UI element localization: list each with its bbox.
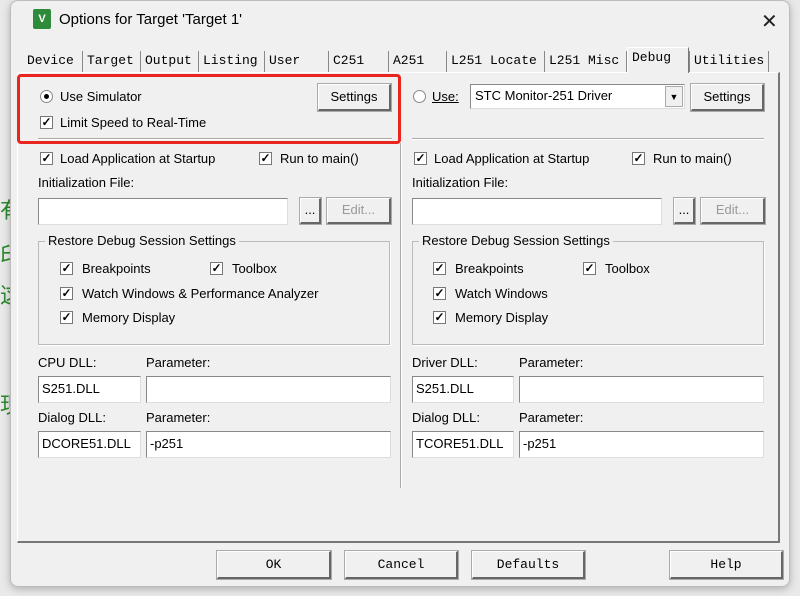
load-app-label: Load Application at Startup: [60, 151, 216, 166]
breakpoints-checkbox[interactable]: ✓: [60, 262, 73, 275]
tab-debug[interactable]: Debug: [627, 47, 689, 73]
init-file-input[interactable]: [38, 198, 288, 225]
load-app-checkbox[interactable]: ✓: [40, 152, 53, 165]
right-init-file-label: Initialization File:: [412, 175, 509, 190]
right-dialog-parameter-label: Parameter:: [519, 410, 584, 425]
tab-listing[interactable]: Listing: [199, 51, 265, 72]
tab-c251[interactable]: C251: [329, 51, 389, 72]
init-file-edit-button[interactable]: Edit...: [326, 197, 392, 225]
run-to-main-checkbox[interactable]: ✓: [259, 152, 272, 165]
right-breakpoints-checkbox[interactable]: ✓: [433, 262, 446, 275]
toolbox-label: Toolbox: [232, 261, 277, 276]
memory-display-checkbox[interactable]: ✓: [60, 311, 73, 324]
right-memory-display-checkbox[interactable]: ✓: [433, 311, 446, 324]
cpu-dll-input[interactable]: S251.DLL: [38, 376, 141, 403]
driver-select-value: STC Monitor-251 Driver: [475, 88, 613, 103]
right-restore-session-title: Restore Debug Session Settings: [419, 233, 613, 248]
right-init-file-edit-button[interactable]: Edit...: [700, 197, 766, 225]
right-run-to-main-checkbox[interactable]: ✓: [632, 152, 645, 165]
right-init-file-browse-button[interactable]: ...: [673, 197, 696, 225]
driver-dll-label: Driver DLL:: [412, 355, 478, 370]
right-dialog-parameter-input[interactable]: -p251: [519, 431, 764, 458]
right-toolbox-checkbox[interactable]: ✓: [583, 262, 596, 275]
tab-output[interactable]: Output: [141, 51, 199, 72]
watch-windows-checkbox[interactable]: ✓: [60, 287, 73, 300]
cancel-button[interactable]: Cancel: [344, 550, 459, 580]
window-title: Options for Target 'Target 1': [59, 11, 243, 28]
tab-utilities[interactable]: Utilities: [689, 51, 769, 72]
options-dialog: V Options for Target 'Target 1' ✕ Device…: [10, 0, 790, 587]
dialog-parameter-input[interactable]: -p251: [146, 431, 391, 458]
use-driver-radio[interactable]: [413, 90, 426, 103]
restore-session-title: Restore Debug Session Settings: [45, 233, 239, 248]
tab-a251[interactable]: A251: [389, 51, 447, 72]
init-file-browse-button[interactable]: ...: [299, 197, 322, 225]
close-icon[interactable]: ✕: [761, 9, 778, 34]
use-driver-label: Use:: [432, 89, 459, 104]
keil-app-icon: V: [33, 9, 51, 29]
driver-settings-button[interactable]: Settings: [690, 83, 765, 112]
driver-parameter-input[interactable]: [519, 376, 764, 403]
breakpoints-label: Breakpoints: [82, 261, 151, 276]
toolbox-checkbox[interactable]: ✓: [210, 262, 223, 275]
memory-display-label: Memory Display: [82, 310, 176, 325]
tab-l251-locate[interactable]: L251 Locate: [447, 51, 545, 72]
cpu-parameter-input[interactable]: [146, 376, 391, 403]
driver-parameter-label: Parameter:: [519, 355, 584, 370]
dialog-dll-input[interactable]: DCORE51.DLL: [38, 431, 141, 458]
right-memory-display-label: Memory Display: [455, 310, 549, 325]
right-watch-windows-label: Watch Windows: [455, 286, 548, 301]
right-init-file-input[interactable]: [412, 198, 662, 225]
tab-user[interactable]: User: [265, 51, 329, 72]
ok-button[interactable]: OK: [216, 550, 332, 580]
tab-device[interactable]: Device: [23, 51, 83, 72]
cpu-parameter-label: Parameter:: [146, 355, 211, 370]
init-file-label: Initialization File:: [38, 175, 135, 190]
right-breakpoints-label: Breakpoints: [455, 261, 524, 276]
red-highlight-box: [17, 74, 401, 144]
right-watch-windows-checkbox[interactable]: ✓: [433, 287, 446, 300]
cpu-dll-label: CPU DLL:: [38, 355, 97, 370]
right-dialog-dll-label: Dialog DLL:: [412, 410, 480, 425]
watch-windows-label: Watch Windows & Performance Analyzer: [82, 286, 319, 301]
right-dialog-dll-input[interactable]: TCORE51.DLL: [412, 431, 514, 458]
run-to-main-label: Run to main(): [280, 151, 359, 166]
driver-dll-input[interactable]: S251.DLL: [412, 376, 514, 403]
tab-l251-misc[interactable]: L251 Misc: [545, 51, 627, 72]
right-run-to-main-label: Run to main(): [653, 151, 732, 166]
right-load-app-label: Load Application at Startup: [434, 151, 590, 166]
defaults-button[interactable]: Defaults: [471, 550, 586, 580]
help-button[interactable]: Help: [669, 550, 784, 580]
right-load-app-checkbox[interactable]: ✓: [414, 152, 427, 165]
dialog-parameter-label: Parameter:: [146, 410, 211, 425]
chevron-down-icon[interactable]: ▼: [665, 86, 683, 107]
dialog-dll-label: Dialog DLL:: [38, 410, 106, 425]
tab-target[interactable]: Target: [83, 51, 141, 72]
driver-select[interactable]: STC Monitor-251 Driver ▼: [470, 84, 685, 109]
right-toolbox-label: Toolbox: [605, 261, 650, 276]
